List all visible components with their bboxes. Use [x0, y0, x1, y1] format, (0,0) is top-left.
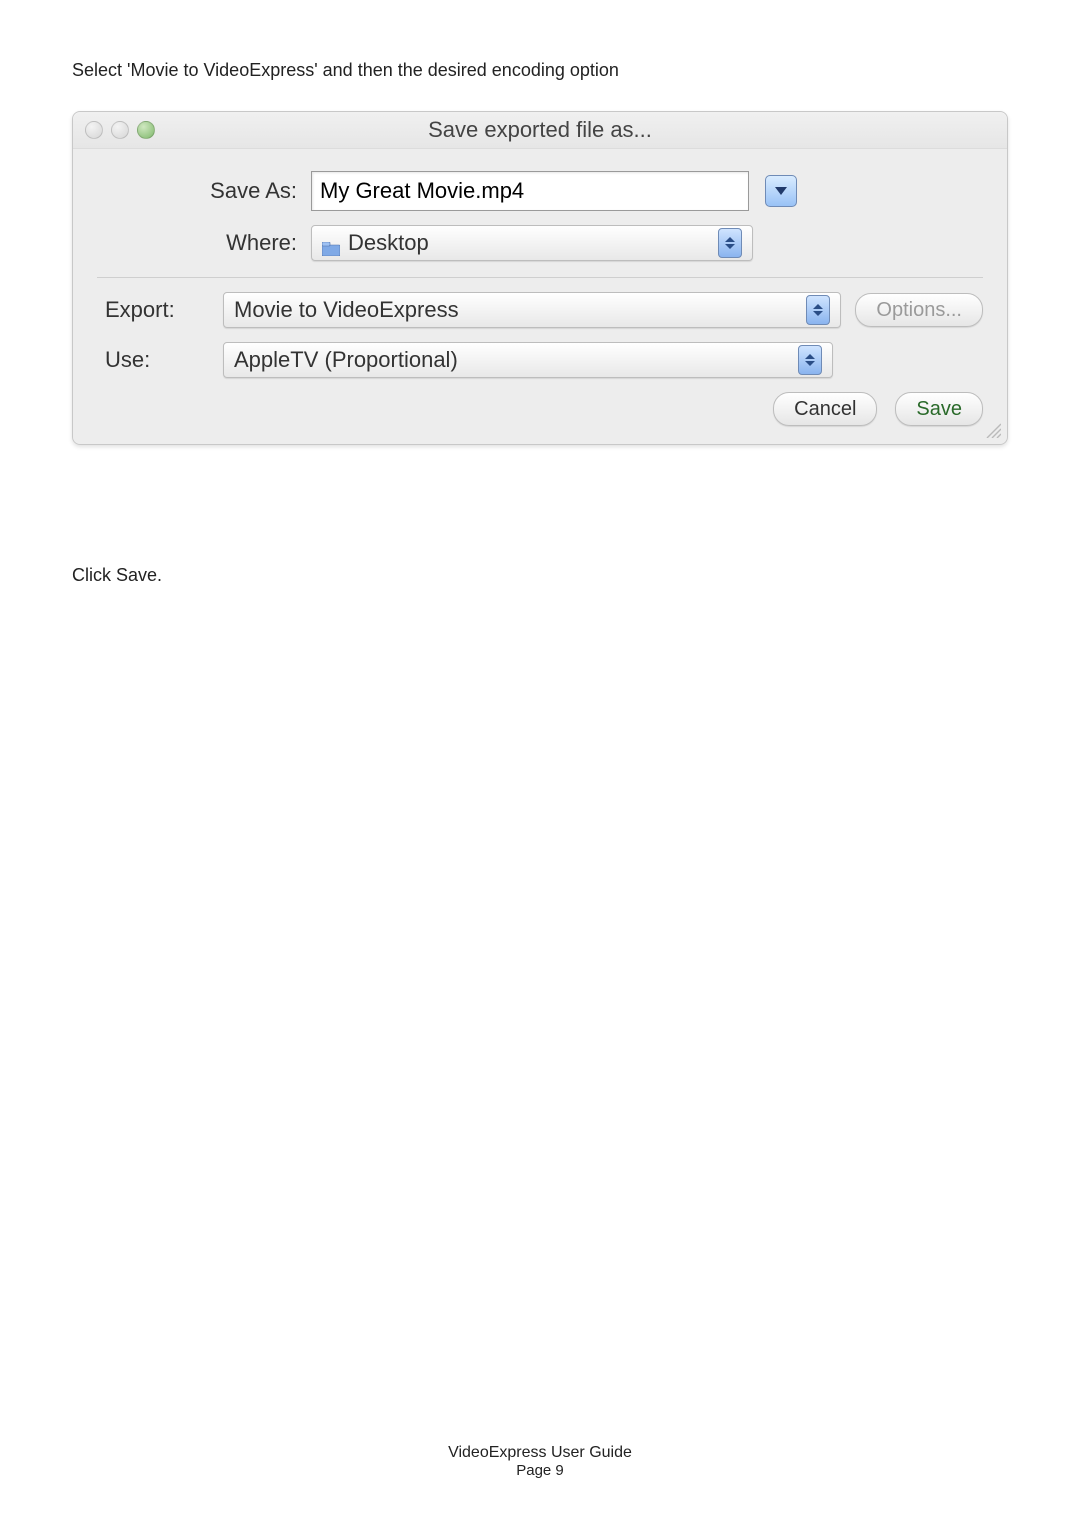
dialog-title: Save exported file as...	[73, 117, 1007, 143]
options-label: Options...	[876, 299, 962, 322]
where-select[interactable]: Desktop	[311, 225, 753, 261]
export-row: Export: Movie to VideoExpress Options...	[97, 292, 983, 328]
chevron-down-icon	[775, 187, 787, 195]
cancel-button[interactable]: Cancel	[773, 392, 877, 426]
after-instruction-text: Click Save.	[72, 565, 1008, 586]
dialog-body: Save As: Where: Desktop	[73, 149, 1007, 444]
footer-page: Page 9	[0, 1462, 1080, 1479]
export-label: Export:	[97, 297, 223, 323]
where-row: Where: Desktop	[97, 225, 983, 261]
page-footer: VideoExpress User Guide Page 9	[0, 1444, 1080, 1479]
disclosure-button[interactable]	[765, 175, 797, 207]
save-button[interactable]: Save	[895, 392, 983, 426]
save-label: Save	[916, 398, 962, 421]
save-as-label: Save As:	[97, 178, 311, 204]
where-value: Desktop	[348, 230, 437, 256]
export-value: Movie to VideoExpress	[234, 297, 467, 323]
cancel-label: Cancel	[794, 398, 856, 421]
use-select[interactable]: AppleTV (Proportional)	[223, 342, 833, 378]
dialog-buttons: Cancel Save	[97, 392, 983, 426]
save-as-input[interactable]	[311, 171, 749, 211]
save-as-row: Save As:	[97, 171, 983, 211]
titlebar: Save exported file as...	[73, 112, 1007, 149]
stepper-icon[interactable]	[718, 228, 742, 258]
stepper-icon[interactable]	[798, 345, 822, 375]
save-dialog: Save exported file as... Save As: Where:	[72, 111, 1008, 445]
options-button[interactable]: Options...	[855, 293, 983, 327]
instruction-text: Select 'Movie to VideoExpress' and then …	[72, 60, 1008, 81]
export-select[interactable]: Movie to VideoExpress	[223, 292, 841, 328]
divider	[97, 277, 983, 278]
folder-icon	[322, 236, 340, 250]
resize-grip-icon[interactable]	[983, 420, 1001, 438]
use-value: AppleTV (Proportional)	[234, 347, 466, 373]
use-label: Use:	[97, 347, 223, 373]
where-label: Where:	[97, 230, 311, 256]
use-row: Use: AppleTV (Proportional)	[97, 342, 983, 378]
stepper-icon[interactable]	[806, 295, 830, 325]
footer-title: VideoExpress User Guide	[0, 1444, 1080, 1462]
